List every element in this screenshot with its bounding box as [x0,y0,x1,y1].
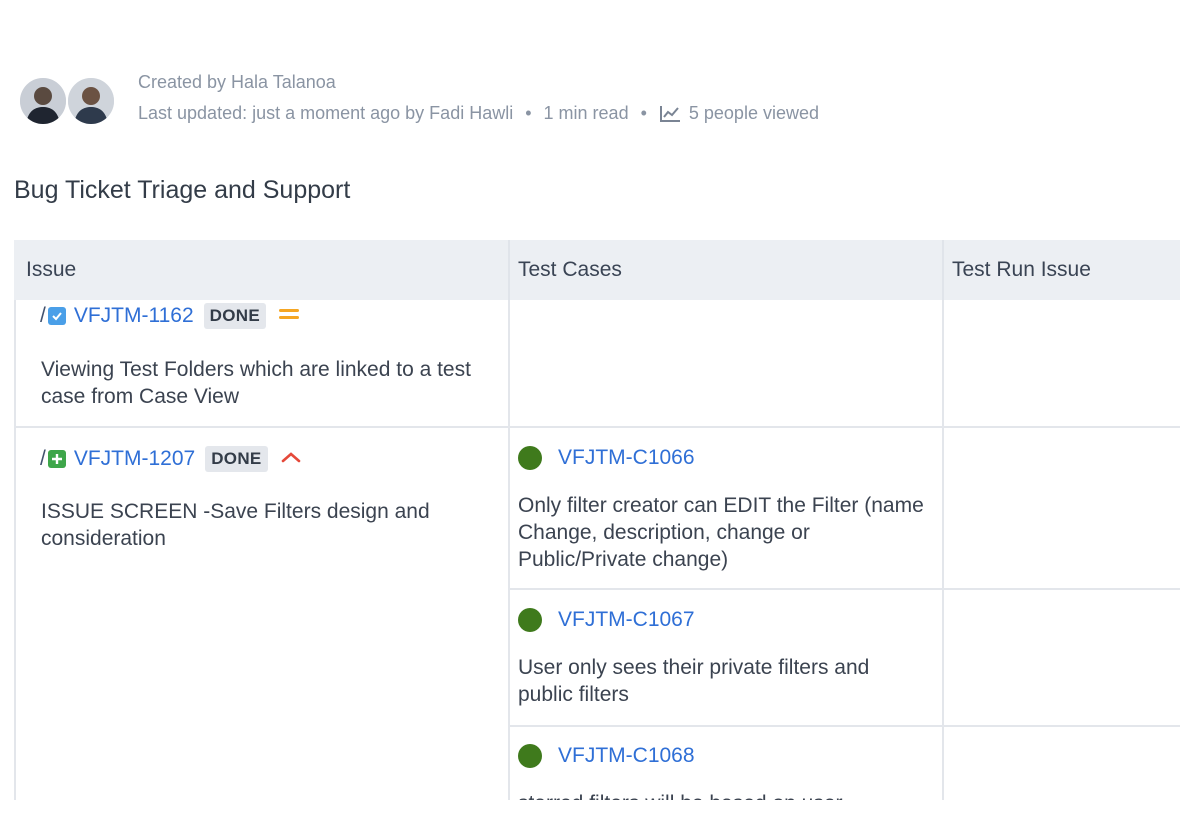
issue-key-link[interactable]: VFJTM-1207 [74,447,195,471]
test-case-item: VFJTM-C1066 [518,446,695,470]
page-title: Bug Ticket Triage and Support [14,176,351,204]
test-case-description: User only sees their private filters and… [518,656,870,706]
column-header-test-run-issue[interactable]: Test Run Issue [944,240,1180,300]
task-checkbox-icon [47,307,66,325]
issue-summary: Viewing Test Folders which are linked to… [41,358,471,408]
test-status-dot [518,608,542,632]
high-priority-icon [280,447,302,471]
read-time: 1 min read [543,103,629,123]
separator-dot: • [640,103,647,123]
created-by: Created by Hala Talanoa [138,72,336,92]
test-case-key-link[interactable]: VFJTM-C1068 [558,744,695,768]
avatar[interactable] [66,76,116,126]
issue-prefix: / [40,304,46,327]
avatar[interactable] [18,76,68,126]
page-metadata: Created by Hala Talanoa Last updated: ju… [18,70,1018,134]
test-case-description: starred filters will be based on user [518,790,928,800]
test-case-item: VFJTM-C1067 [518,608,695,632]
story-plus-icon [47,450,66,468]
issue-prefix: / [40,447,46,470]
analytics-chart-icon [659,105,681,123]
row-divider [14,426,1180,428]
table-border [14,300,16,800]
status-badge[interactable]: DONE [205,446,268,472]
separator-dot: • [525,103,532,123]
test-case-item: VFJTM-C1068 [518,744,695,768]
row-divider [510,588,1180,590]
test-case-key-link[interactable]: VFJTM-C1066 [558,446,695,470]
test-case-key-link[interactable]: VFJTM-C1067 [558,608,695,632]
column-header-test-cases[interactable]: Test Cases [510,240,944,300]
medium-priority-icon [278,304,300,328]
test-status-dot [518,446,542,470]
test-case-description: Only filter creator can EDIT the Filter … [518,494,924,571]
last-updated[interactable]: Last updated: just a moment ago by Fadi … [138,103,513,124]
issues-table: Issue Test Cases Test Run Issue / VFJTM-… [14,240,1180,800]
issue-key-link[interactable]: VFJTM-1162 [74,304,194,328]
view-count[interactable]: 5 people viewed [689,103,819,124]
status-badge[interactable]: DONE [203,303,266,329]
test-status-dot [518,744,542,768]
issue-summary: ISSUE SCREEN -Save Filters design and co… [41,500,430,550]
row-divider [510,725,1180,727]
column-header-issue[interactable]: Issue [14,240,510,300]
